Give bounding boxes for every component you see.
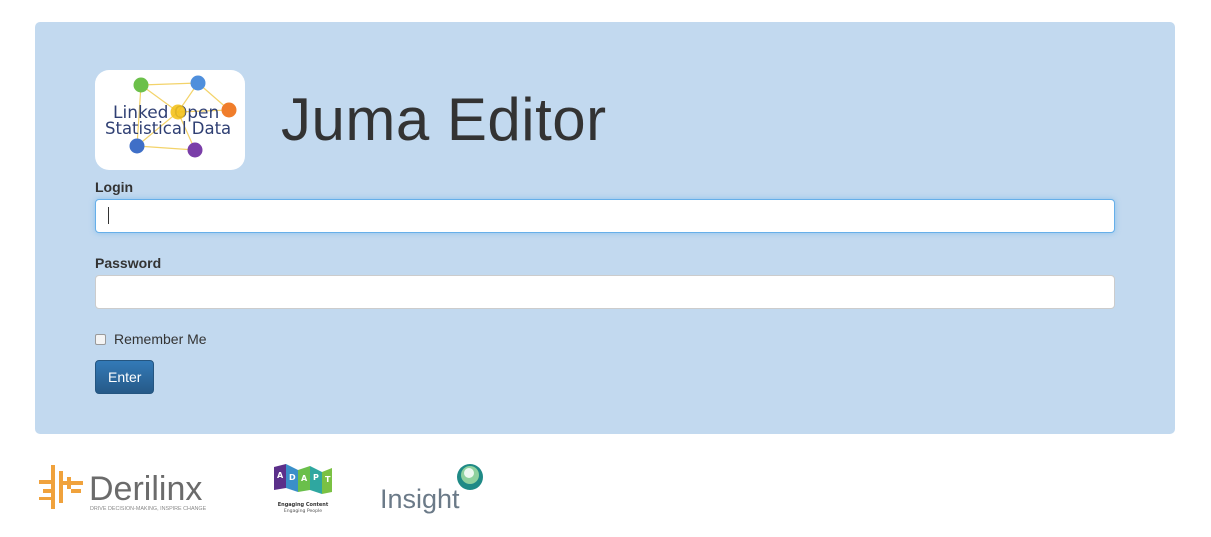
login-group: Login: [95, 177, 1115, 233]
insight-name: Insight: [380, 484, 460, 514]
adapt-logo: A D A P T Engaging Content Engaging Peop…: [270, 464, 336, 516]
remember-me-checkbox[interactable]: [95, 333, 106, 345]
login-label: Login: [95, 179, 134, 195]
password-group: Password: [95, 253, 1115, 309]
text-caret: [108, 207, 109, 224]
lod-logo: Linked Open Statistical Data: [95, 70, 245, 170]
page-title: Juma Editor: [281, 86, 607, 153]
derilinx-logo: Derilinx DRIVE DECISION-MAKING, INSPIRE …: [37, 462, 227, 514]
remember-me-row[interactable]: Remember Me: [95, 329, 1115, 349]
login-form: Login Password Remember Me Enter: [95, 177, 1115, 394]
derilinx-name: Derilinx: [89, 470, 202, 508]
insight-logo: Insight: [378, 460, 488, 518]
adapt-letter-a1: A: [277, 471, 284, 480]
derilinx-tagline: DRIVE DECISION-MAKING, INSPIRE CHANGE: [90, 506, 207, 512]
login-panel: Linked Open Statistical Data Juma Editor…: [35, 22, 1175, 434]
adapt-letter-d: D: [289, 473, 296, 482]
password-label: Password: [95, 255, 162, 271]
page-header: Linked Open Statistical Data Juma Editor: [95, 70, 607, 170]
login-input[interactable]: [95, 199, 1115, 233]
adapt-letter-t: T: [325, 475, 331, 484]
enter-button[interactable]: Enter: [95, 360, 155, 394]
password-input[interactable]: [95, 275, 1115, 309]
lod-logo-line2: Statistical Data: [105, 119, 231, 138]
remember-me-label[interactable]: Remember Me: [114, 331, 207, 347]
adapt-letter-p: P: [313, 473, 319, 482]
adapt-letter-a2: A: [301, 474, 308, 483]
adapt-line2: Engaging People: [284, 508, 322, 514]
adapt-line1: Engaging Content: [278, 502, 329, 508]
